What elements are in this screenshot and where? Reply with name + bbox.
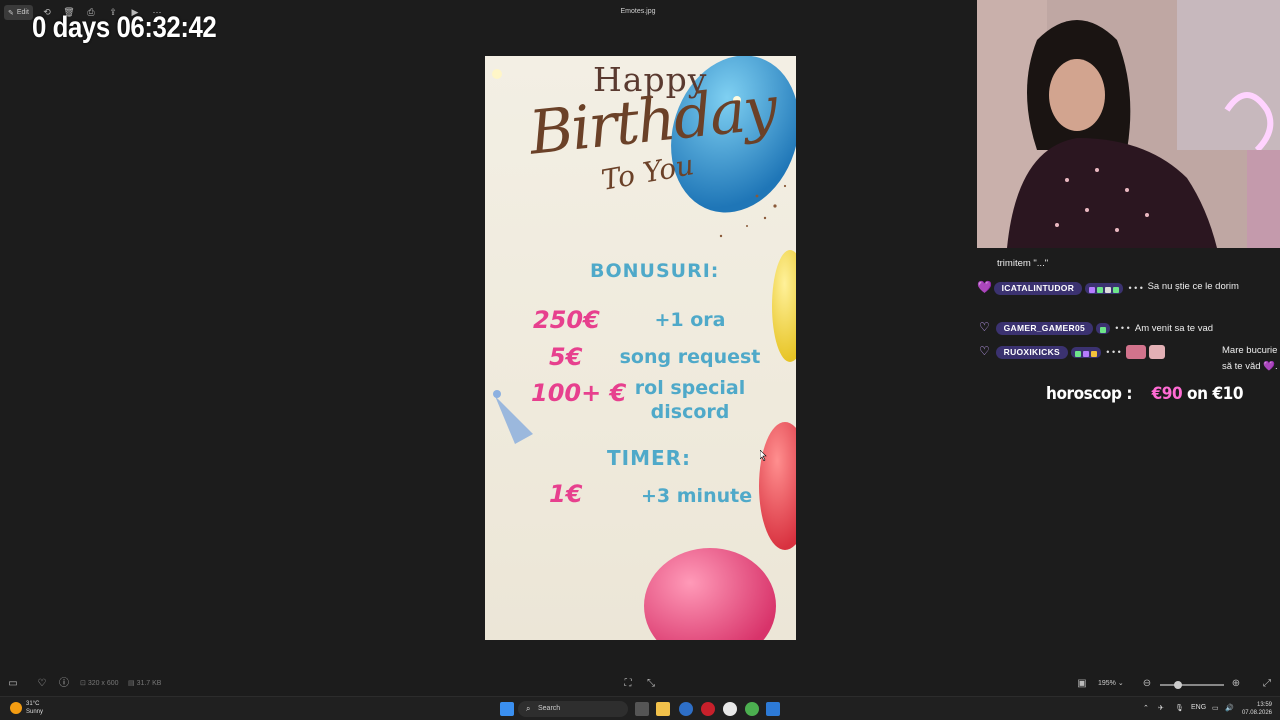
chat-message-text: Mare bucurie să te văd 💜. — [1222, 345, 1278, 372]
chrome-icon[interactable] — [745, 702, 759, 716]
horoscope-overlay: horoscop : €90 on €10 — [1046, 384, 1243, 404]
bonus-heading: BONUSURI: — [590, 260, 720, 282]
language-indicator[interactable]: ENG — [1191, 704, 1206, 711]
chat-message-text: trimitem "..." — [997, 258, 1049, 269]
fit-to-window-icon[interactable]: ⛶ — [622, 678, 634, 690]
timer-heading: TIMER: — [607, 446, 692, 470]
file-explorer-icon[interactable] — [656, 702, 670, 716]
tray-app-icon[interactable]: ✈ — [1158, 704, 1164, 712]
app-icon[interactable] — [679, 702, 693, 716]
image-dimensions: ⊡ 320 x 600 — [80, 680, 119, 687]
temperature: 31°C — [26, 701, 40, 707]
app-icon[interactable] — [723, 702, 737, 716]
bonus-price: 5€ — [549, 343, 583, 371]
actual-size-icon[interactable]: ⤡ — [645, 678, 657, 690]
fit-view-icon[interactable]: ▣ — [1076, 678, 1088, 690]
bonus-price: 250€ — [533, 306, 600, 334]
windows-taskbar: 31°C Sunny ⌕ Search ⌃ ✈ 🎙 ENG ▭ 🔊 13:59 … — [0, 696, 1280, 720]
weather-condition: Sunny — [26, 709, 44, 715]
app-icon[interactable] — [701, 702, 715, 716]
info-icon[interactable]: ⓘ — [58, 678, 70, 690]
chat-message: trimitem "..." — [977, 256, 1280, 272]
photos-app-icon[interactable] — [766, 702, 780, 716]
chat-badges — [1095, 322, 1110, 334]
edit-button[interactable]: ✎ Edit — [4, 5, 33, 20]
filmstrip-icon[interactable]: ▭ — [7, 678, 19, 690]
chat-badges — [1070, 346, 1101, 358]
bonus-price: 100+ € — [531, 379, 627, 407]
heart-outline-icon: ♡ — [979, 320, 990, 334]
taskbar-search[interactable]: ⌕ Search — [518, 701, 628, 717]
zoom-level[interactable]: 195% ⌄ — [1098, 679, 1124, 687]
microphone-icon[interactable]: 🎙 — [1175, 704, 1184, 712]
file-size: ▤ 31.7 KB — [128, 680, 162, 687]
zoom-in-icon[interactable]: ⊕ — [1230, 678, 1242, 690]
search-icon: ⌕ — [526, 704, 531, 713]
viewer-status-bar: ▭ ♡ ⓘ ⊡ 320 x 600 ▤ 31.7 KB ⛶ ⤡ ▣ 195% ⌄… — [0, 676, 1280, 694]
dots-icon: • • • — [1115, 323, 1130, 333]
dots-icon: • • • — [1128, 283, 1143, 293]
bonus-desc: song request — [619, 346, 761, 368]
chat-message: 💜 ICATALINTUDOR • • • Sa nu știe ce le d… — [977, 279, 1280, 297]
dots-icon: • • • — [1106, 347, 1121, 357]
horoscope-price: €90 — [1151, 384, 1183, 404]
volume-icon[interactable]: 🔊 — [1225, 704, 1234, 712]
tray-expand-icon[interactable]: ⌃ — [1143, 704, 1149, 712]
edit-label: Edit — [16, 9, 29, 16]
chat-badges — [1084, 282, 1123, 294]
horoscope-base: €10 — [1212, 384, 1244, 404]
bonus-desc: rol special discord — [634, 377, 746, 423]
chat-username[interactable]: ICATALINTUDOR — [993, 282, 1083, 295]
horoscope-label: horoscop : — [1046, 384, 1133, 404]
heart-icon: 💜 — [977, 280, 992, 294]
timer-desc: +3 minute — [641, 485, 753, 507]
timer-price: 1€ — [549, 480, 583, 508]
horoscope-on: on — [1187, 384, 1208, 404]
chat-message-text: Am venit sa te vad — [1134, 323, 1214, 334]
zoom-slider[interactable] — [1160, 681, 1224, 689]
zoom-out-icon[interactable]: ⊖ — [1141, 678, 1153, 690]
search-placeholder: Search — [538, 705, 561, 712]
emote-icon — [1126, 345, 1147, 360]
heart-outline-icon: ♡ — [979, 344, 990, 358]
bonus-desc: +1 ora — [654, 309, 726, 331]
zoom-slider-thumb[interactable] — [1174, 681, 1182, 689]
chat-message: ♡ GAMER_GAMER05 • • • Am venit sa te vad — [977, 319, 1280, 337]
emote-icon — [1149, 345, 1166, 360]
favorite-heart-icon[interactable]: ♡ — [36, 678, 48, 690]
pencil-icon: ✎ — [8, 9, 14, 17]
chat-username[interactable]: RUOXIKICKS — [995, 346, 1069, 359]
chat-message-text: Sa nu știe ce le dorim — [1147, 281, 1239, 292]
mouse-cursor-icon — [760, 450, 767, 461]
task-view-icon[interactable] — [635, 702, 649, 716]
network-icon[interactable]: ▭ — [1212, 704, 1219, 712]
birthday-poster-image: Happy Birthday To You BONUSURI: 250€ +1 … — [485, 56, 796, 640]
weather-widget[interactable]: 31°C Sunny — [10, 700, 43, 716]
start-windows-icon[interactable] — [500, 702, 514, 716]
stream-timer: 0 days 06:32:42 — [32, 11, 217, 44]
sun-icon — [10, 702, 22, 714]
webcam-feed — [977, 0, 1280, 248]
fullscreen-icon[interactable]: ⤢ — [1261, 678, 1273, 690]
chat-username[interactable]: GAMER_GAMER05 — [995, 322, 1093, 335]
taskbar-clock[interactable]: 13:59 07.08.2026 — [1240, 701, 1272, 717]
